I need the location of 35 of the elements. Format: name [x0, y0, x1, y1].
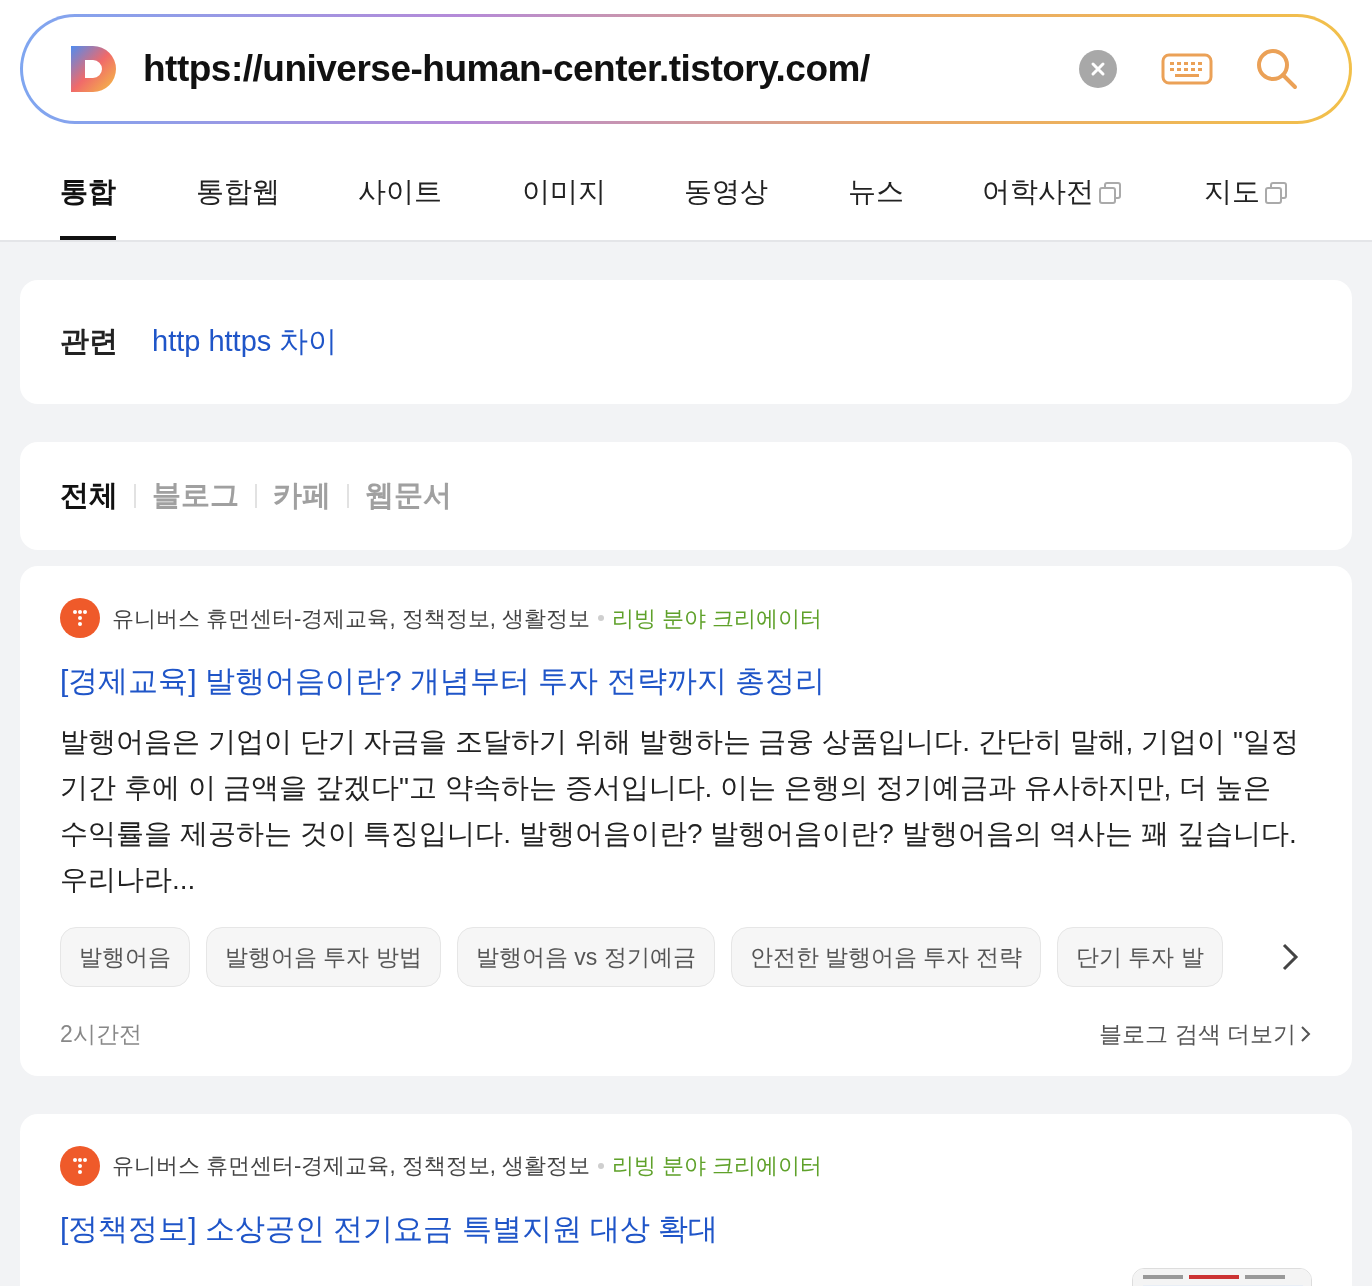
- tab[interactable]: 뉴스: [848, 144, 904, 240]
- logo-icon: [69, 44, 119, 94]
- tab[interactable]: 통합: [60, 144, 116, 240]
- related-label: 관련: [60, 324, 118, 360]
- search-button[interactable]: [1255, 47, 1299, 91]
- clear-button[interactable]: [1079, 50, 1117, 88]
- next-chips-button[interactable]: [1280, 942, 1300, 972]
- result-snippet: 발행어음은 기업이 단기 자금을 조달하기 위해 발행하는 금융 상품입니다. 간단히 말해, 기업이 "일정 기간 후에 이 금액을 갚겠다"고 약속하는 증서입니다. 이는 은행의 정기예금과 유사하지만, 더 높은 수익률을 제공하는 것이 특징입니다. 발행어음이란? 발행어음이란? 발행어음의 역사는 꽤 깊습니다. 우리나라...: [60, 725, 1300, 897]
- result-title[interactable]: [정책정보] 소상공인 전기요금 특별지원 대상 확대: [60, 1205, 1312, 1251]
- keyword-chip[interactable]: 안전한 발행어음 투자 전략: [730, 927, 1041, 987]
- search-bar[interactable]: https://universe-human-center.tistory.com/: [23, 17, 1349, 121]
- related-link[interactable]: http https 차이: [152, 320, 338, 364]
- more-link[interactable]: 블로그 검색 더보기: [1099, 1017, 1312, 1052]
- result-title[interactable]: [경제교육] 발행어음이란? 개념부터 투자 전략까지 총정리: [60, 658, 1312, 703]
- tab[interactable]: 통합웹: [196, 144, 280, 240]
- blog-avatar-icon: [60, 598, 100, 638]
- keyword-chip[interactable]: 발행어음: [60, 927, 190, 987]
- keyword-chip[interactable]: 단기 투자 발: [1056, 927, 1223, 987]
- blog-avatar-icon: [60, 1145, 100, 1186]
- blog-name[interactable]: 유니버스 휴먼센터-경제교육, 정책정보, 생활정보: [112, 601, 590, 635]
- close-icon: [1090, 61, 1106, 77]
- post-time: 2시간전: [60, 1020, 142, 1049]
- filter-tab[interactable]: 전체: [60, 474, 118, 518]
- keyword-chip[interactable]: 발행어음 투자 방법: [206, 927, 441, 987]
- tab[interactable]: 지도: [1204, 144, 1288, 240]
- creator-label: 리빙 분야 크리에이터: [611, 604, 823, 633]
- keyboard-button[interactable]: [1161, 53, 1213, 85]
- blog-name[interactable]: 유니버스 휴먼센터-경제교육, 정책정보, 생활정보: [112, 1149, 590, 1182]
- creator-label: 리빙 분야 크리에이터: [611, 1152, 823, 1180]
- search-field[interactable]: https://universe-human-center.tistory.com/: [143, 41, 1059, 97]
- tab[interactable]: 어학사전: [982, 144, 1122, 240]
- keyword-chip[interactable]: 발행어음 vs 정기예금: [456, 927, 715, 987]
- tab[interactable]: 사이트: [358, 144, 442, 240]
- tab[interactable]: 이미지: [522, 144, 606, 240]
- tab[interactable]: 동영상: [684, 144, 768, 240]
